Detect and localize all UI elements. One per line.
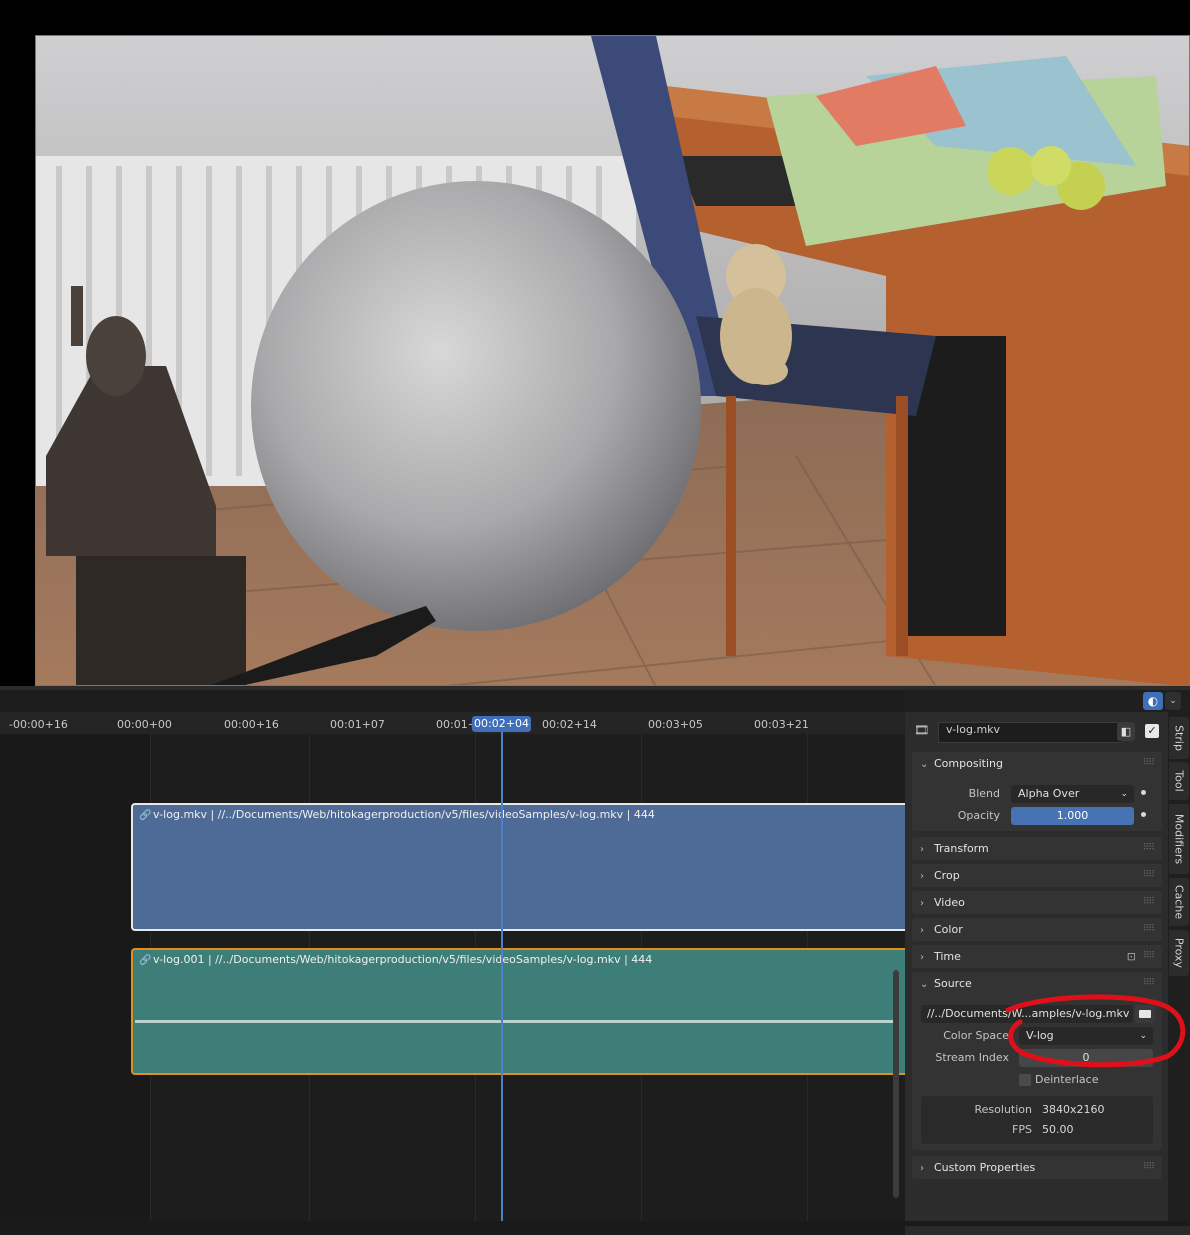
preview-image — [36, 36, 1189, 685]
chevron-right-icon: › — [920, 925, 924, 936]
chevron-down-icon: ⌄ — [920, 759, 929, 770]
custom-properties-panel-header[interactable]: › Custom Properties ⠿⠿ — [912, 1156, 1162, 1179]
movie-strip-icon: 🎞 — [914, 723, 930, 737]
blend-mode-select[interactable]: Alpha Over ⌄ — [1011, 785, 1134, 803]
ruler-tick: 00:00+16 — [224, 718, 279, 731]
chevron-right-icon: › — [920, 871, 924, 882]
chevron-right-icon: › — [920, 952, 924, 963]
chevron-down-icon: ⌄ — [1169, 696, 1177, 706]
lock-icon[interactable]: ⊡ — [1127, 945, 1136, 968]
chevron-down-icon: ⌄ — [1120, 789, 1128, 799]
compositing-panel-header[interactable]: ⌄ Compositing ⠿⠿ — [912, 752, 1162, 775]
drag-grip-icon[interactable]: ⠿⠿ — [1143, 837, 1155, 860]
ruler-tick: 00:03+05 — [648, 718, 703, 731]
fps-label: FPS — [1012, 1123, 1032, 1136]
color-panel-header[interactable]: › Color ⠿⠿ — [912, 918, 1162, 941]
chevron-right-icon: › — [920, 844, 924, 855]
ruler-tick: 00:02+14 — [542, 718, 597, 731]
deinterlace-label: Deinterlace — [1035, 1073, 1099, 1086]
overlay-toggle-button[interactable]: ◐ — [1143, 692, 1163, 710]
overlay-icon: ◐ — [1147, 694, 1159, 708]
opacity-slider[interactable]: 1.000 — [1011, 807, 1134, 825]
vertical-scrollbar[interactable] — [893, 970, 899, 1198]
chevron-down-icon: ⌄ — [920, 979, 929, 990]
drag-grip-icon[interactable]: ⠿⠿ — [1143, 864, 1155, 887]
stream-index-label: Stream Index — [935, 1051, 1009, 1064]
keyframe-dot-icon[interactable] — [1141, 812, 1146, 817]
link-icon: 🔗 — [139, 955, 152, 966]
ruler-tick: 00:03+21 — [754, 718, 809, 731]
video-panel-header[interactable]: › Video ⠿⠿ — [912, 891, 1162, 914]
drag-grip-icon[interactable]: ⠿⠿ — [1143, 945, 1155, 968]
keyframe-dot-icon[interactable] — [1141, 790, 1146, 795]
resolution-value: 3840x2160 — [1042, 1103, 1105, 1116]
preview-frame[interactable] — [35, 35, 1190, 686]
playhead-line[interactable] — [501, 730, 503, 1221]
ruler-tick: 00:00+00 — [117, 718, 172, 731]
audio-waveform — [135, 1020, 893, 1023]
strip-label: 🔗 v-log.001 | //../Documents/Web/hitokage… — [139, 953, 653, 966]
transform-panel-header[interactable]: › Transform ⠿⠿ — [912, 837, 1162, 860]
tab-cache[interactable]: Cache — [1169, 878, 1189, 926]
deinterlace-checkbox[interactable] — [1019, 1074, 1031, 1086]
resolution-label: Resolution — [974, 1103, 1032, 1116]
ruler-tick: -00:00+16 — [9, 718, 68, 731]
tab-tool[interactable]: Tool — [1169, 762, 1189, 800]
color-space-label: Color Space — [943, 1029, 1009, 1042]
pre-start-region — [0, 734, 150, 1221]
blend-label: Blend — [968, 787, 1000, 800]
strip-label: 🔗 v-log.mkv | //../Documents/Web/hitokage… — [139, 808, 655, 821]
drag-grip-icon[interactable]: ⠿⠿ — [1143, 1156, 1155, 1179]
playhead-frame-label[interactable]: 00:02+04 — [472, 716, 531, 732]
crop-panel-header[interactable]: › Crop ⠿⠿ — [912, 864, 1162, 887]
tab-proxy[interactable]: Proxy — [1169, 930, 1189, 976]
chevron-right-icon: › — [920, 1163, 924, 1174]
fps-value: 50.00 — [1042, 1123, 1074, 1136]
time-panel-header[interactable]: › Time ⊡ ⠿⠿ — [912, 945, 1162, 968]
strip-enable-checkbox[interactable]: ✓ — [1145, 724, 1159, 738]
annotation-circle — [1005, 994, 1186, 1068]
drag-grip-icon[interactable]: ⠿⠿ — [1143, 918, 1155, 941]
movie-strip[interactable]: 🔗 v-log.mkv | //../Documents/Web/hitokage… — [131, 803, 911, 931]
playback-controls-bar[interactable] — [905, 1226, 1190, 1235]
opacity-label: Opacity — [957, 809, 1000, 822]
chevron-right-icon: › — [920, 898, 924, 909]
link-icon: 🔗 — [139, 810, 152, 821]
tab-modifiers[interactable]: Modifiers — [1169, 804, 1189, 874]
drag-grip-icon[interactable]: ⠿⠿ — [1143, 752, 1155, 775]
ruler-tick: 00:01+ — [436, 718, 477, 731]
drag-grip-icon[interactable]: ⠿⠿ — [1143, 891, 1155, 914]
overlay-dropdown-button[interactable]: ⌄ — [1165, 692, 1181, 710]
strip-name-input[interactable]: v-log.mkv — [938, 722, 1123, 743]
mute-sound-icon[interactable]: ◧ — [1117, 722, 1135, 741]
ruler-tick: 00:01+07 — [330, 718, 385, 731]
tab-strip[interactable]: Strip — [1169, 717, 1189, 759]
sound-strip[interactable]: 🔗 v-log.001 | //../Documents/Web/hitokage… — [131, 948, 911, 1075]
